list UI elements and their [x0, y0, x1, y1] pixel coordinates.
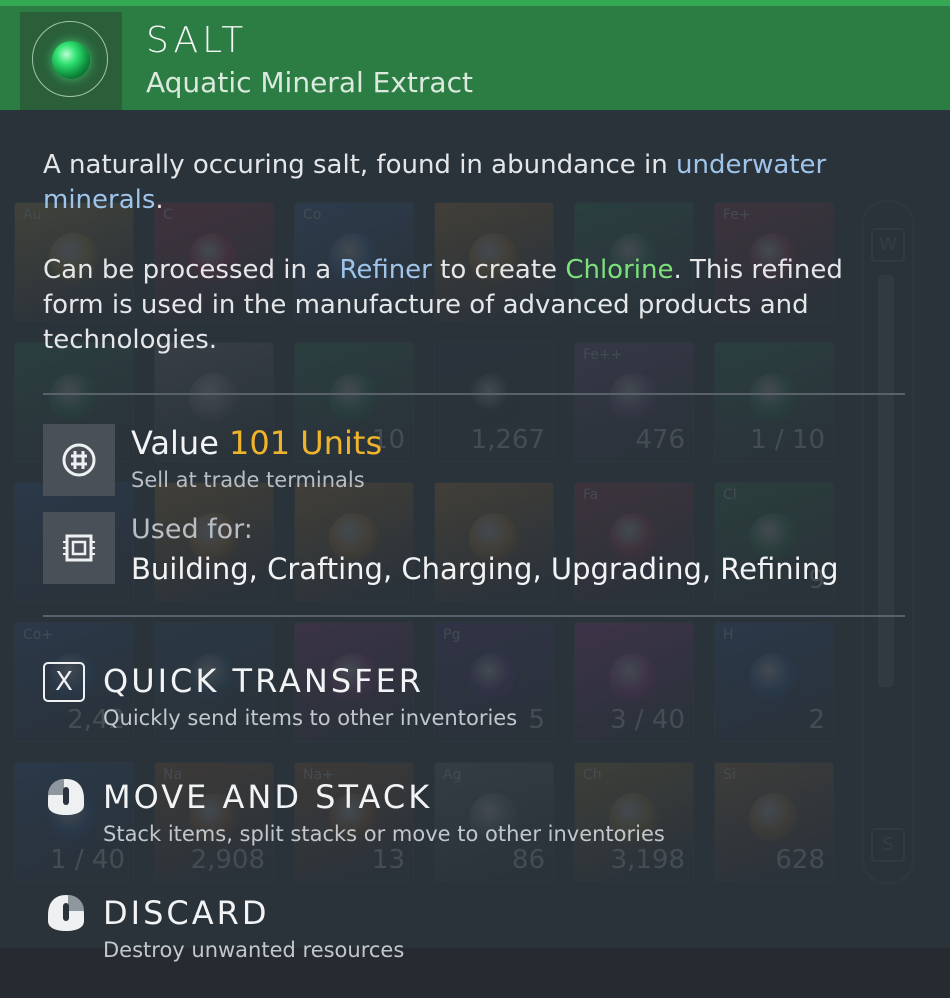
used-for-list: Building, Crafting, Charging, Upgrading,…	[131, 552, 839, 586]
description-paragraph-2: Can be processed in a Refiner to create …	[43, 253, 873, 358]
description-text-end: .	[155, 185, 164, 215]
value-line: Value 101 Units	[131, 424, 382, 462]
item-name: SALT	[146, 20, 248, 61]
item-subtitle: Aquatic Mineral Extract	[146, 66, 473, 99]
description-text: to create	[431, 255, 566, 285]
header-accent-bar	[0, 0, 950, 6]
item-icon-frame	[20, 12, 122, 110]
value-icon-box	[43, 424, 115, 496]
mouse-right-click-icon	[48, 895, 84, 931]
units-icon	[62, 443, 96, 477]
used-for-label: Used for:	[131, 514, 253, 545]
used-for-icon-box	[43, 512, 115, 584]
divider	[43, 615, 905, 617]
divider	[43, 393, 905, 395]
discard-description: Destroy unwanted resources	[103, 938, 405, 962]
refiner-link: Refiner	[339, 255, 432, 285]
chlorine-link: Chlorine	[565, 255, 674, 285]
discard-action[interactable]: DISCARD	[103, 894, 270, 932]
value-amount: 101 Units	[229, 424, 383, 462]
item-header: SALT Aquatic Mineral Extract	[0, 0, 950, 110]
description-text: A naturally occuring salt, found in abun…	[43, 150, 677, 180]
description-paragraph-1: A naturally occuring salt, found in abun…	[43, 148, 873, 218]
value-label: Value	[131, 424, 219, 462]
description-text: Can be processed in a	[43, 255, 340, 285]
move-and-stack-action[interactable]: MOVE AND STACK	[103, 778, 432, 816]
move-and-stack-description: Stack items, split stacks or move to oth…	[103, 822, 665, 846]
salt-orb-icon	[52, 41, 90, 79]
chip-icon	[63, 534, 95, 562]
quick-transfer-description: Quickly send items to other inventories	[103, 706, 518, 730]
value-subtext: Sell at trade terminals	[131, 468, 365, 492]
x-key-icon: X	[43, 662, 85, 702]
quick-transfer-action[interactable]: QUICK TRANSFER	[103, 662, 424, 700]
mouse-left-click-icon	[48, 779, 84, 815]
